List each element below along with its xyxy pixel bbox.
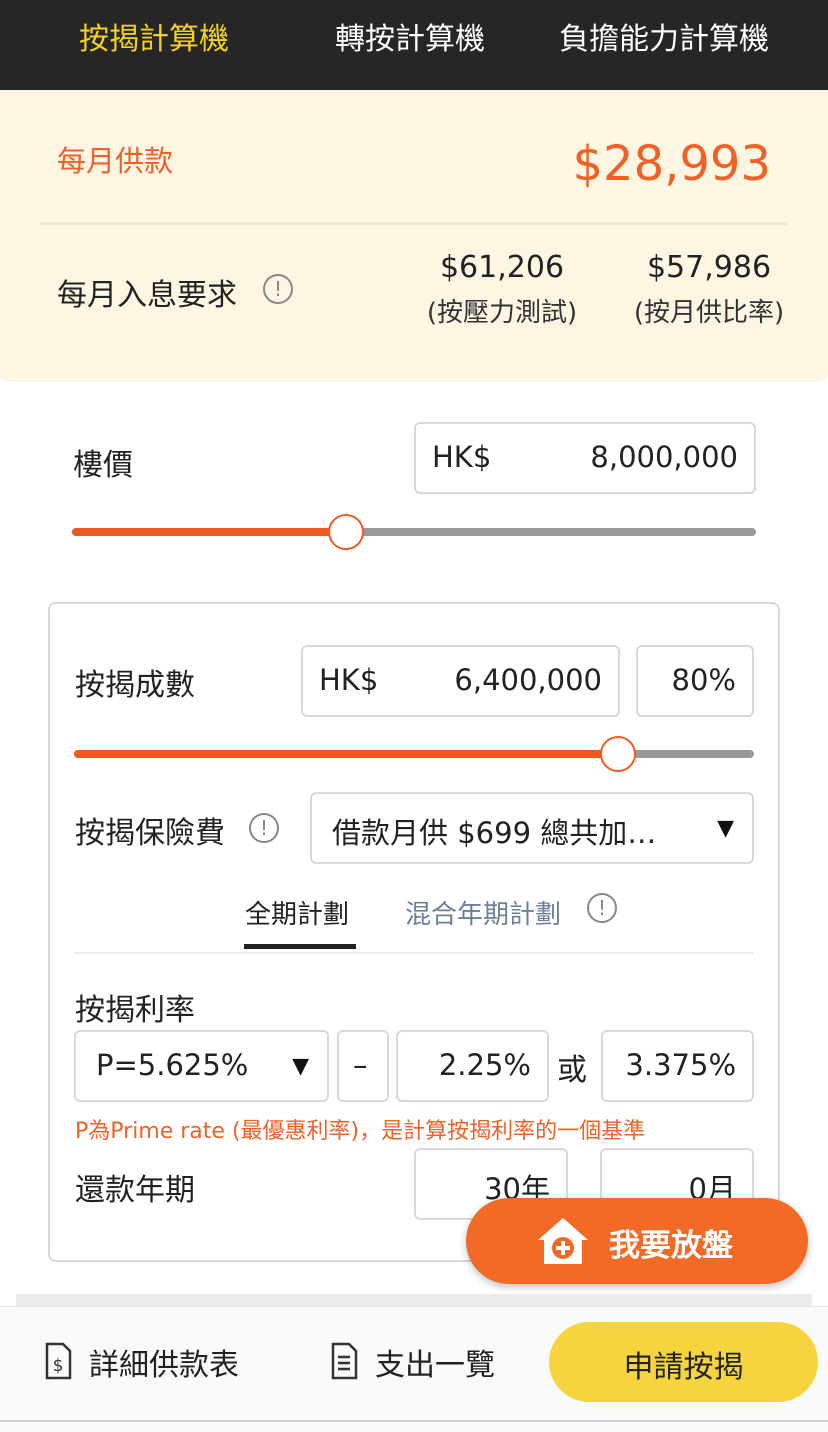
tab-affordability-calculator[interactable]: 負擔能力計算機 (559, 0, 769, 90)
list-property-label: 我要放盤 (609, 1228, 733, 1264)
loan-amount-value: 6,400,000 (454, 663, 602, 697)
stress-test-requirement: $61,206 (按壓力測試) (418, 248, 586, 334)
loan-amount-input[interactable]: HK$ 6,400,000 (301, 645, 620, 717)
currency-label: HK$ (319, 663, 379, 697)
active-tab-indicator (244, 944, 356, 949)
monthly-payment-value: $28,993 (572, 136, 772, 192)
calculator-tabs: 按揭計算機 轉按計算機 負擔能力計算機 (0, 0, 828, 90)
info-icon[interactable]: ! (249, 813, 279, 843)
caret-down-icon: ▼ (292, 1054, 309, 1079)
income-requirement-label: 每月入息要求 (57, 278, 237, 313)
insurance-select[interactable]: 借款月供 $699 總共加… ▼ (310, 792, 754, 864)
insurance-label: 按揭保險費 (75, 816, 225, 851)
slider-thumb[interactable] (600, 736, 636, 772)
info-icon[interactable]: ! (587, 893, 617, 923)
property-price-label: 樓價 (73, 448, 133, 483)
bottom-divider (0, 1420, 828, 1422)
tab-refinance-calculator[interactable]: 轉按計算機 (335, 0, 485, 90)
tab-hybrid-plan[interactable]: 混合年期計劃 (405, 894, 561, 931)
property-price-value: 8,000,000 (590, 440, 738, 474)
expenses-overview-button[interactable]: 支出一覽 (375, 1340, 495, 1384)
document-icon (331, 1342, 358, 1380)
prime-rate-value: P=5.625% (96, 1048, 249, 1082)
rate-spread-input[interactable]: 2.25% (396, 1030, 549, 1102)
currency-label: HK$ (432, 440, 492, 474)
repayment-term-label: 還款年期 (75, 1173, 195, 1208)
rate-operator-value: – (353, 1048, 368, 1082)
caret-down-icon: ▼ (717, 816, 734, 841)
or-label: 或 (557, 1053, 587, 1088)
tab-full-term-plan[interactable]: 全期計劃 (245, 894, 349, 931)
plan-tabs-divider (74, 952, 754, 954)
payment-schedule-button[interactable]: 詳細供款表 (89, 1340, 239, 1384)
svg-text:$: $ (53, 1356, 64, 1376)
apply-mortgage-button[interactable]: 申請按揭 (549, 1322, 818, 1402)
ratio-note: (按月供比率) (633, 298, 785, 328)
property-price-slider[interactable] (72, 514, 756, 550)
rate-spread-value: 2.25% (438, 1048, 531, 1082)
slider-fill (72, 528, 346, 536)
ratio-requirement: $57,986 (按月供比率) (624, 248, 794, 334)
stress-test-note: (按壓力測試) (426, 298, 578, 328)
insurance-selected-value: 借款月供 $699 總共加… (332, 816, 657, 850)
property-price-input[interactable]: HK$ 8,000,000 (414, 422, 756, 494)
prime-rate-select[interactable]: P=5.625% ▼ (74, 1030, 329, 1102)
payment-summary: 每月供款 $28,993 每月入息要求 ! $61,206 (按壓力測試) $5… (0, 90, 828, 382)
loan-percent-value: 80% (671, 663, 736, 697)
list-property-button[interactable]: 我要放盤 (466, 1198, 808, 1284)
rate-operator-select[interactable]: – (337, 1030, 389, 1102)
house-plus-icon (538, 1218, 588, 1264)
payment-schedule-icon: $ (45, 1342, 72, 1380)
slider-fill (74, 750, 618, 758)
monthly-payment-label: 每月供款 (57, 144, 174, 178)
ratio-value: $57,986 (646, 250, 772, 285)
slider-thumb[interactable] (327, 514, 364, 550)
info-icon[interactable]: ! (263, 274, 293, 304)
summary-divider (40, 222, 788, 225)
prime-rate-note: P為Prime rate (最優惠利率)，是計算按揭利率的一個基準 (75, 1119, 646, 1144)
loan-percent-input[interactable]: 80% (636, 645, 754, 717)
effective-rate-input[interactable]: 3.375% (601, 1030, 754, 1102)
apply-mortgage-label: 申請按揭 (623, 1350, 744, 1385)
stress-test-value: $61,206 (439, 250, 565, 285)
interest-rate-label: 按揭利率 (75, 993, 195, 1028)
loan-ratio-slider[interactable] (74, 736, 754, 772)
loan-ratio-label: 按揭成數 (75, 668, 195, 703)
bottom-strip (16, 1294, 812, 1306)
tab-mortgage-calculator[interactable]: 按揭計算機 (79, 0, 229, 90)
effective-rate-value: 3.375% (625, 1048, 736, 1082)
